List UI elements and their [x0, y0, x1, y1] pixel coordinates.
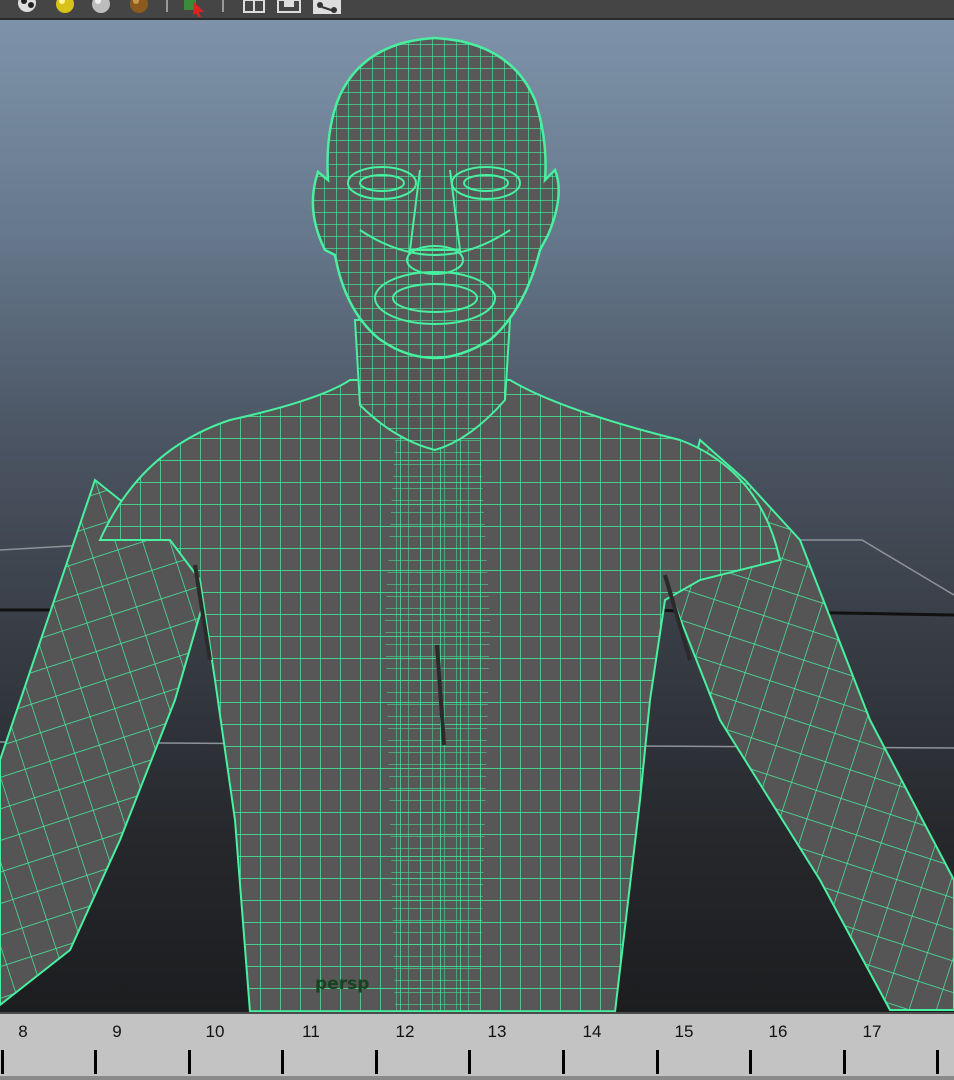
- frame-label: 15: [674, 1022, 694, 1041]
- frame-tick: [188, 1050, 191, 1074]
- character-mesh[interactable]: [0, 36, 954, 1012]
- frame-label: 12: [395, 1022, 415, 1041]
- xray-icon[interactable]: [277, 0, 301, 13]
- frame-label: 8: [18, 1022, 28, 1041]
- time-slider[interactable]: 8 9 10 11 12 13 14 15 16 17: [0, 1012, 954, 1080]
- camera-name-label: persp: [315, 974, 370, 994]
- panel-toolbar: [0, 0, 954, 20]
- time-slider-track: [0, 1076, 954, 1080]
- viewport-scene: [0, 36, 954, 1012]
- frame-tick: [94, 1050, 97, 1074]
- xray-joints-icon[interactable]: [313, 0, 341, 14]
- frame-tick: [1, 1050, 4, 1074]
- isolate-select-icon[interactable]: [243, 0, 265, 13]
- frame-tick: [562, 1050, 565, 1074]
- frame-tick: [375, 1050, 378, 1074]
- select-camera-icon[interactable]: [184, 0, 204, 17]
- maya-window: persp 8 9 10 11 12 13 14 15 16 17: [0, 0, 954, 1080]
- toolbar-icons: [18, 0, 341, 17]
- perspective-viewport[interactable]: persp: [0, 20, 954, 1012]
- frame-label: 16: [768, 1022, 788, 1041]
- toolbar-divider: [166, 0, 168, 12]
- frame-label: 13: [487, 1022, 507, 1041]
- frame-tick: [656, 1050, 659, 1074]
- frame-label: 17: [862, 1022, 882, 1041]
- frame-label: 11: [302, 1022, 320, 1041]
- shadows-ball-icon[interactable]: [130, 0, 148, 13]
- frame-tick: [936, 1050, 939, 1074]
- toolbar-divider: [222, 0, 224, 12]
- frame-label: 10: [205, 1022, 225, 1041]
- frame-tick: [843, 1050, 846, 1074]
- frame-label: 9: [112, 1022, 122, 1041]
- all-lights-icon[interactable]: [92, 0, 110, 13]
- frame-label: 14: [582, 1022, 602, 1041]
- frame-tick: [749, 1050, 752, 1074]
- frame-tick: [468, 1050, 471, 1074]
- shading-ball-icon[interactable]: [18, 0, 36, 12]
- default-light-icon[interactable]: [56, 0, 74, 13]
- frame-tick: [281, 1050, 284, 1074]
